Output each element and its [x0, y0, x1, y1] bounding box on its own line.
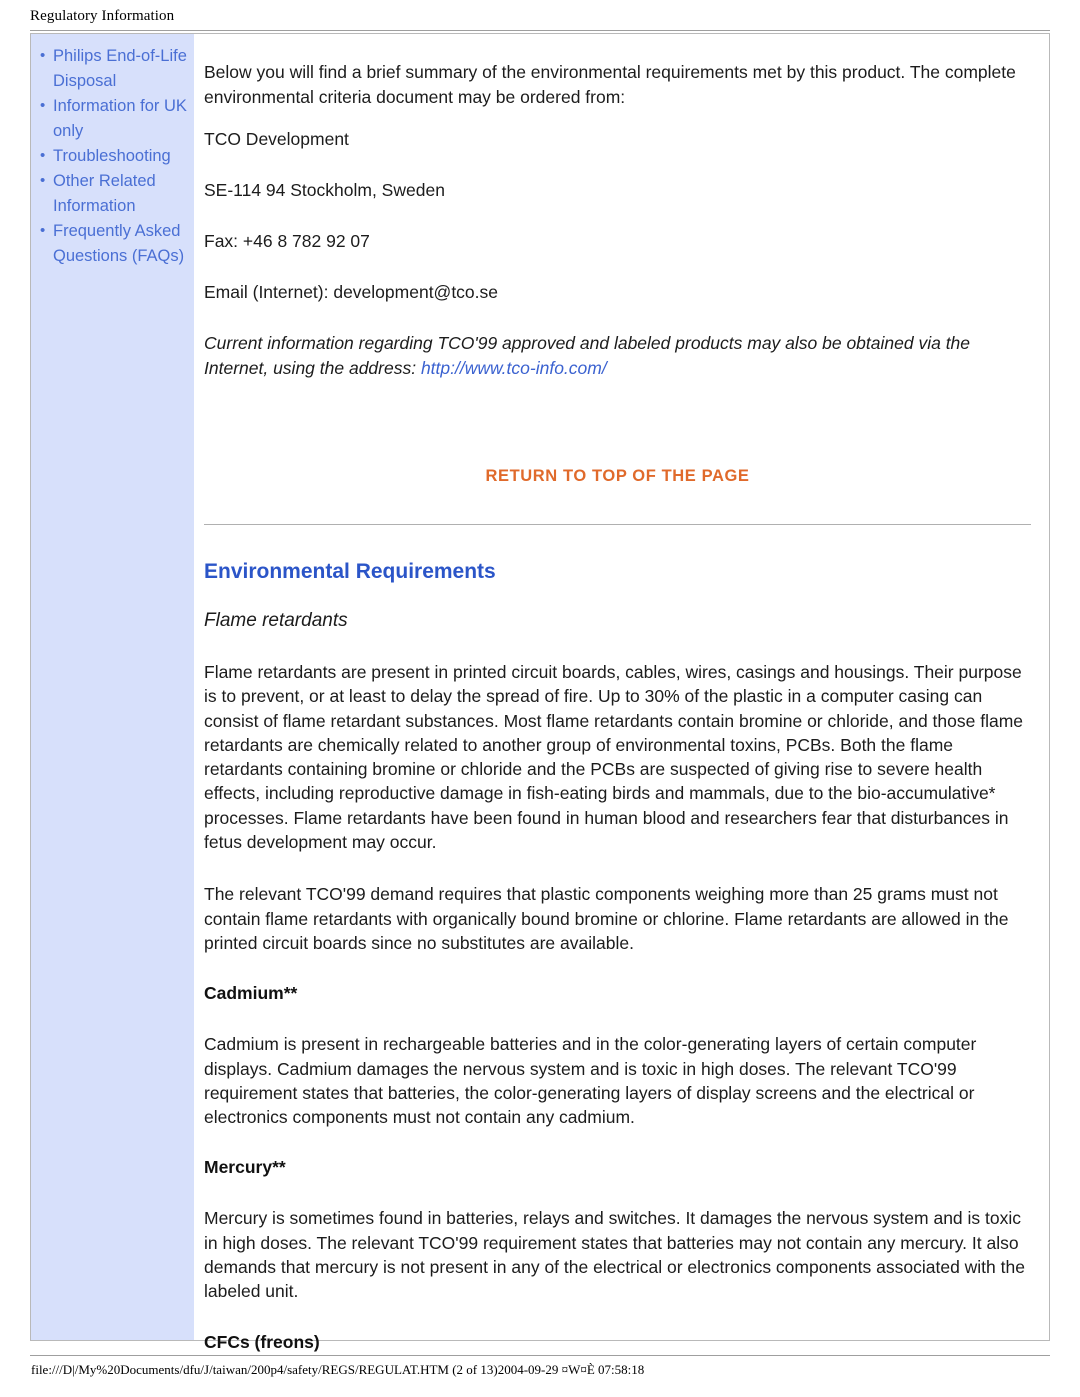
section-divider: [204, 524, 1031, 526]
section-title-environmental-requirements: Environmental Requirements: [204, 560, 496, 583]
sidebar-item-philips-end-of-life-disposal[interactable]: Philips End-of-Life Disposal: [37, 43, 188, 94]
flame-retardants-paragraph-1: Flame retardants are present in printed …: [204, 662, 1024, 853]
footer-divider: [30, 1355, 1050, 1356]
sidebar-item-troubleshooting[interactable]: Troubleshooting: [37, 143, 188, 169]
page-footer-path: file:///D|/My%20Documents/dfu/J/taiwan/2…: [31, 1362, 645, 1377]
address-line-email: Email (Internet): development@tco.se: [204, 282, 499, 302]
header-divider: [30, 30, 1050, 31]
sidebar-list: Philips End-of-Life Disposal Information…: [37, 43, 188, 269]
mercury-paragraph: Mercury is sometimes found in batteries,…: [204, 1208, 1025, 1302]
main-content: Below you will find a brief summary of t…: [194, 34, 1049, 1352]
cadmium-paragraph: Cadmium is present in rechargeable batte…: [204, 1034, 977, 1128]
heading-mercury: Mercury**: [204, 1157, 286, 1178]
internet-note: Current information regarding TCO'99 app…: [204, 331, 1031, 381]
return-to-top-link[interactable]: RETURN TO TOP OF THE PAGE: [204, 467, 1031, 486]
page-header-title: Regulatory Information: [30, 8, 175, 24]
intro-paragraph: Below you will find a brief summary of t…: [204, 62, 1016, 107]
sidebar-item-other-related-information[interactable]: Other Related Information: [37, 168, 188, 219]
sidebar-navigation: Philips End-of-Life Disposal Information…: [31, 34, 194, 1340]
document-page: Regulatory Information Philips End-of-Li…: [0, 0, 1080, 1397]
sidebar-item-information-for-uk-only[interactable]: Information for UK only: [37, 93, 188, 144]
heading-cadmium: Cadmium**: [204, 983, 298, 1004]
flame-retardants-paragraph-2: The relevant TCO'99 demand requires that…: [204, 884, 1009, 953]
heading-cfcs-freons: CFCs (freons): [204, 1331, 320, 1352]
sidebar-item-frequently-asked-questions[interactable]: Frequently Asked Questions (FAQs): [37, 218, 188, 269]
address-line-city: SE-114 94 Stockholm, Sweden: [204, 180, 445, 200]
address-line-fax: Fax: +46 8 782 92 07: [204, 231, 370, 251]
address-line-organization: TCO Development: [204, 129, 349, 149]
subsection-title-flame-retardants: Flame retardants: [204, 610, 348, 631]
tco-info-link[interactable]: http://www.tco-info.com/: [421, 358, 607, 378]
